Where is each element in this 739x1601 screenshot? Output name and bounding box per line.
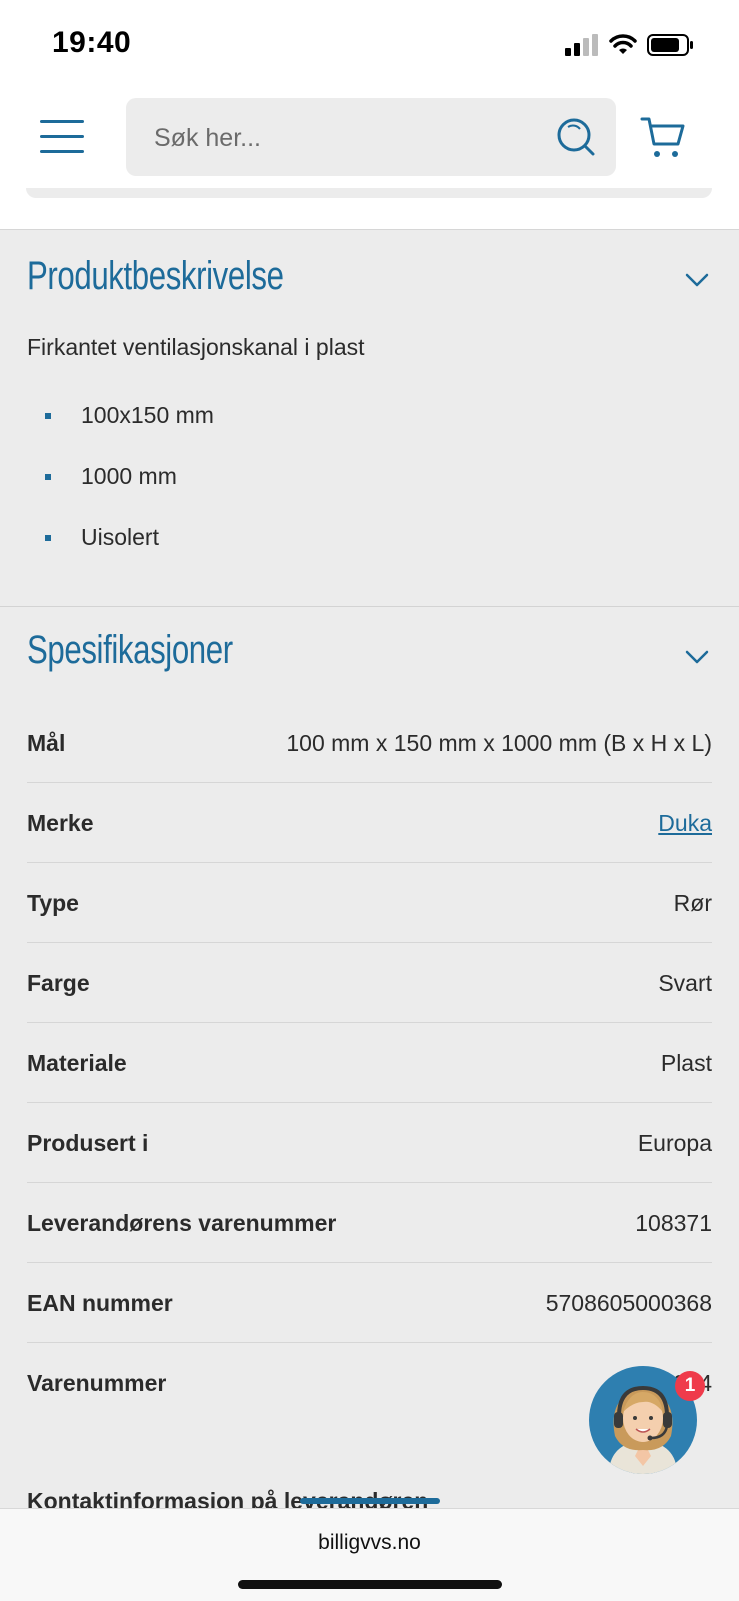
spec-value: 5708605000368: [545, 1290, 712, 1316]
specifications-title[interactable]: Spesifikasjoner: [27, 628, 233, 673]
spec-row: Farge Svart: [27, 942, 712, 1023]
status-time: 19:40: [52, 26, 132, 59]
header-underlay: [26, 188, 712, 198]
menu-icon-bar: [40, 120, 84, 123]
bullet-text: 1000 mm: [81, 463, 177, 489]
spec-row: Type Rør: [27, 862, 712, 943]
spec-value: Plast: [660, 1050, 712, 1076]
section-divider: [0, 606, 739, 607]
spec-value: Rør: [673, 890, 712, 916]
brand-link[interactable]: Duka: [658, 810, 712, 837]
spec-value: Svart: [658, 970, 712, 996]
wifi-icon: [609, 34, 637, 54]
bullet-marker: [45, 413, 51, 419]
spec-label: Materiale: [27, 1050, 127, 1076]
scroll-peek-bar: [300, 1498, 440, 1504]
bullet-text: Uisolert: [81, 524, 159, 550]
spec-label: Type: [27, 890, 79, 916]
spec-label: Produsert i: [27, 1130, 149, 1156]
spec-row: EAN nummer 5708605000368: [27, 1262, 712, 1343]
menu-icon-bar: [40, 150, 84, 153]
home-indicator[interactable]: [238, 1580, 502, 1589]
spec-row: Mål 100 mm x 150 mm x 1000 mm (B x H x L…: [27, 702, 712, 783]
menu-icon-bar: [40, 135, 84, 138]
status-icons: [565, 32, 695, 58]
site-header: [0, 88, 739, 230]
spec-label: Mål: [27, 730, 66, 756]
description-title[interactable]: Produktbeskrivelse: [27, 254, 284, 299]
bullet-text: 100x150 mm: [81, 402, 214, 428]
spec-label: Leverandørens varenummer: [27, 1210, 337, 1236]
menu-button[interactable]: [40, 120, 86, 154]
description-text: Firkantet ventilasjonskanal i plast: [27, 334, 365, 360]
chevron-down-icon[interactable]: [685, 273, 709, 287]
cart-icon[interactable]: [640, 116, 686, 160]
spec-value: Europa: [637, 1130, 712, 1156]
chat-notification-badge: 1: [675, 1371, 705, 1401]
spec-label: EAN nummer: [27, 1290, 173, 1316]
bullet-marker: [45, 535, 51, 541]
spec-row: Produsert i Europa: [27, 1102, 712, 1183]
spec-label: Merke: [27, 810, 94, 836]
spec-value: 108371: [635, 1210, 712, 1236]
search-icon[interactable]: [556, 117, 596, 157]
search-input[interactable]: [152, 98, 536, 178]
spec-value: 100 mm x 150 mm x 1000 mm (B x H x L): [286, 730, 712, 756]
spec-row: Merke Duka: [27, 782, 712, 863]
browser-bottom-bar: billigvvs.no: [0, 1508, 739, 1601]
status-bar: 19:40: [0, 0, 739, 88]
battery-icon: [647, 34, 693, 56]
browser-url[interactable]: billigvvs.no: [0, 1531, 739, 1555]
bullet-marker: [45, 474, 51, 480]
chevron-down-icon[interactable]: [685, 650, 709, 664]
spec-label: Farge: [27, 970, 90, 996]
spec-row: Materiale Plast: [27, 1022, 712, 1103]
search-box: [126, 98, 616, 178]
signal-icon: [565, 34, 598, 56]
spec-label: Varenummer: [27, 1370, 167, 1396]
spec-row: Leverandørens varenummer 108371: [27, 1182, 712, 1263]
